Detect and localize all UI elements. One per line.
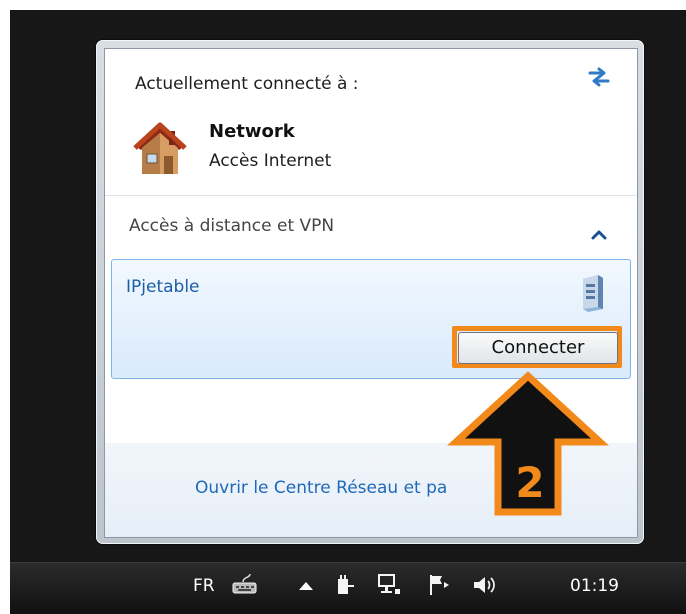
refresh-icon[interactable] xyxy=(585,63,613,91)
server-icon xyxy=(578,273,606,313)
home-network-icon xyxy=(129,119,187,181)
keyboard-icon[interactable] xyxy=(231,571,259,603)
network-center-link[interactable]: Ouvrir le Centre Réseau et pa xyxy=(195,478,447,498)
current-network: Network Accès Internet xyxy=(129,117,429,187)
language-indicator[interactable]: FR xyxy=(193,564,215,609)
connect-button-label: Connecter xyxy=(491,337,585,358)
action-center-flag-icon[interactable] xyxy=(425,571,453,603)
current-connection-section: Actuellement connecté à : Network Accès … xyxy=(105,49,637,195)
chevron-up-icon[interactable] xyxy=(591,225,607,240)
volume-icon[interactable] xyxy=(470,571,498,603)
network-status: Accès Internet xyxy=(209,151,332,171)
vpn-section-header[interactable]: Accès à distance et VPN xyxy=(105,195,637,253)
clock-time[interactable]: 01:19 xyxy=(570,564,619,609)
network-icon[interactable] xyxy=(375,571,403,603)
vpn-section-title: Accès à distance et VPN xyxy=(129,216,335,236)
vpn-connection-name: IPjetable xyxy=(126,277,200,297)
connect-button[interactable]: Connecter xyxy=(458,332,618,364)
up-arrow-icon[interactable] xyxy=(292,571,320,603)
power-icon[interactable] xyxy=(331,571,359,603)
step-number: 2 xyxy=(515,458,545,507)
network-name: Network xyxy=(209,121,295,142)
current-connection-title: Actuellement connecté à : xyxy=(135,74,359,94)
vpn-connection-item[interactable]: IPjetable Connecter xyxy=(111,259,631,379)
